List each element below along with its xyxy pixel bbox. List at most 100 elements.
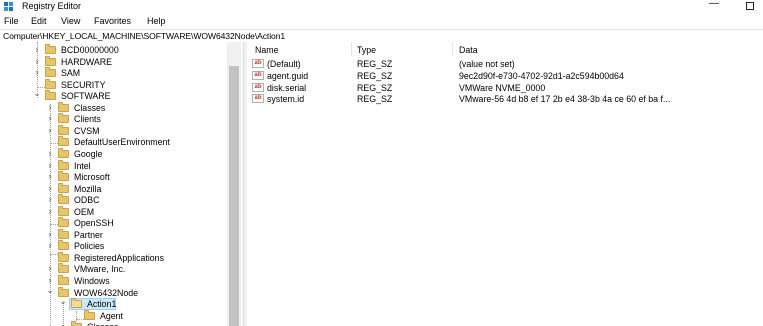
- value-row[interactable]: ab disk.serial REG_SZ VMWare NVME_0000: [247, 82, 763, 94]
- column-header-data[interactable]: Data: [459, 45, 478, 55]
- expand-chevron-icon[interactable]: ›: [46, 240, 54, 250]
- expand-chevron-icon[interactable]: ›: [46, 113, 54, 123]
- tree-node-label: VMware, Inc.: [74, 264, 126, 275]
- folder-icon: [58, 240, 69, 251]
- tree-node[interactable]: › Classes: [0, 321, 226, 326]
- tree-node[interactable]: › Mozilla: [0, 182, 226, 195]
- tree-node[interactable]: › HARDWARE: [0, 55, 226, 68]
- column-divider[interactable]: [452, 42, 453, 56]
- string-value-icon: ab: [252, 59, 264, 68]
- string-value-icon: ab: [252, 70, 264, 80]
- address-path[interactable]: Computer\HKEY_LOCAL_MACHINE\SOFTWARE\WOW…: [3, 31, 285, 41]
- tree-node[interactable]: OpenSSH: [0, 217, 226, 229]
- tree-node[interactable]: › Partner: [0, 228, 226, 241]
- expand-chevron-icon[interactable]: ›: [46, 194, 54, 204]
- tree-node[interactable]: RegisteredApplications: [0, 251, 226, 264]
- tree-node[interactable]: DefaultUserEnvironment: [0, 136, 226, 148]
- folder-icon: [58, 147, 69, 158]
- tree-node[interactable]: › CVSM: [0, 124, 226, 137]
- folder-icon: [58, 182, 69, 193]
- expand-chevron-icon[interactable]: ›: [46, 275, 54, 285]
- expand-chevron-icon[interactable]: ›: [46, 183, 54, 193]
- value-row[interactable]: ab system.id REG_SZ VMware-56 4d b8 ef 17 2…: [247, 93, 763, 105]
- expand-chevron-icon[interactable]: ›: [46, 102, 54, 112]
- tree-node[interactable]: › Clients: [0, 113, 226, 125]
- column-header-type[interactable]: Type: [357, 45, 376, 55]
- expand-chevron-icon[interactable]: ›: [46, 229, 54, 239]
- value-name: system.id: [267, 94, 305, 105]
- menu-help[interactable]: Help: [147, 16, 166, 26]
- value-data: VMWare NVME_0000: [459, 82, 546, 93]
- menu-bar: File Edit View Favorites Help: [0, 14, 763, 28]
- value-type: REG_SZ: [357, 70, 393, 81]
- menu-file[interactable]: File: [4, 16, 19, 26]
- tree-node-label: Microsoft: [74, 172, 110, 183]
- folder-icon: [45, 44, 56, 54]
- tree-node[interactable]: ⌄ WOW6432Node: [0, 285, 226, 299]
- menu-favorites[interactable]: Favorites: [94, 16, 131, 26]
- tree-node[interactable]: ⌄ SOFTWARE: [0, 88, 226, 102]
- value-type: REG_SZ: [357, 94, 393, 105]
- folder-icon: [58, 101, 69, 112]
- menu-edit[interactable]: Edit: [31, 16, 47, 26]
- column-header-name[interactable]: Name: [255, 45, 278, 55]
- menu-view[interactable]: View: [61, 16, 80, 26]
- tree-node[interactable]: › VMware, Inc.: [0, 263, 226, 275]
- value-data: VMware-56 4d b8 ef 17 2b e4 38-3b 4a ce …: [459, 94, 671, 105]
- expand-chevron-icon[interactable]: ›: [46, 148, 54, 158]
- folder-icon: [45, 55, 56, 66]
- tree-node[interactable]: › OEM: [0, 205, 226, 218]
- value-row[interactable]: ab (Default) REG_SZ (value not set): [247, 58, 763, 70]
- folder-icon: [58, 113, 69, 124]
- expand-chevron-icon[interactable]: ›: [33, 56, 41, 66]
- string-value-icon: ab: [252, 94, 264, 104]
- tree-node-label: Google: [74, 148, 103, 159]
- tree-node-label: Action1: [87, 299, 117, 310]
- tree-node-label: Policies: [74, 241, 105, 252]
- value-name: (Default): [267, 59, 301, 69]
- tree-node[interactable]: › Windows: [0, 275, 226, 287]
- value-row[interactable]: ab agent.guid REG_SZ 9ec2d90f-e730-4702-92d…: [247, 70, 763, 82]
- folder-icon: [58, 217, 69, 228]
- column-divider[interactable]: [351, 42, 352, 56]
- expand-chevron-icon[interactable]: ›: [46, 160, 54, 170]
- expand-chevron-icon[interactable]: ›: [46, 171, 54, 181]
- tree-node[interactable]: › SAM: [0, 67, 226, 79]
- tree-node-label: Clients: [74, 114, 101, 125]
- folder-icon: [58, 251, 69, 262]
- value-data: (value not set): [459, 59, 515, 69]
- tree-node[interactable]: ⌄ Action1: [0, 296, 226, 311]
- folder-icon: [45, 90, 56, 101]
- folder-icon: [71, 298, 82, 309]
- maximize-button[interactable]: [741, 0, 757, 12]
- collapse-chevron-icon[interactable]: ⌄: [59, 296, 67, 307]
- expand-chevron-icon[interactable]: ›: [46, 125, 54, 135]
- tree-node[interactable]: › Google: [0, 147, 226, 160]
- collapse-chevron-icon[interactable]: ⌄: [46, 285, 54, 296]
- expand-chevron-icon[interactable]: ›: [33, 44, 41, 54]
- key-tree[interactable]: › BCD00000000 › HARDWARE › SAM SECURITY ⌄ SOFTWA…: [0, 42, 243, 326]
- tree-node[interactable]: Agent: [0, 309, 226, 322]
- expand-chevron-icon[interactable]: ›: [33, 67, 41, 77]
- folder-icon: [58, 263, 69, 274]
- tree-node-label: Classes: [74, 102, 106, 113]
- address-bar[interactable]: Computer\HKEY_LOCAL_MACHINE\SOFTWARE\WOW…: [0, 29, 763, 43]
- tree-node-label: SAM: [61, 68, 81, 79]
- tree-node-label: SOFTWARE: [61, 91, 111, 102]
- tree-node[interactable]: › BCD00000000: [0, 44, 226, 56]
- expand-chevron-icon[interactable]: ›: [59, 321, 67, 326]
- value-data: 9ec2d90f-e730-4702-92d1-a2c594b00d64: [459, 70, 624, 81]
- tree-node-label: DefaultUserEnvironment: [74, 137, 170, 148]
- tree-node[interactable]: › Policies: [0, 240, 226, 252]
- tree-node[interactable]: › Microsoft: [0, 171, 226, 183]
- values-list[interactable]: Name Type Data ab (Default) REG_SZ (value n…: [247, 42, 763, 326]
- expand-chevron-icon[interactable]: ›: [46, 206, 54, 216]
- tree-node[interactable]: › ODBC: [0, 194, 226, 206]
- minimize-button[interactable]: —: [706, 0, 722, 11]
- expand-chevron-icon[interactable]: ›: [46, 263, 54, 273]
- collapse-chevron-icon[interactable]: ⌄: [33, 88, 41, 99]
- tree-scrollbar-thumb[interactable]: [229, 66, 239, 326]
- tree-node[interactable]: › Classes: [0, 101, 226, 114]
- tree-node[interactable]: › Intel: [0, 159, 226, 172]
- tree-node-label: BCD00000000: [61, 45, 119, 55]
